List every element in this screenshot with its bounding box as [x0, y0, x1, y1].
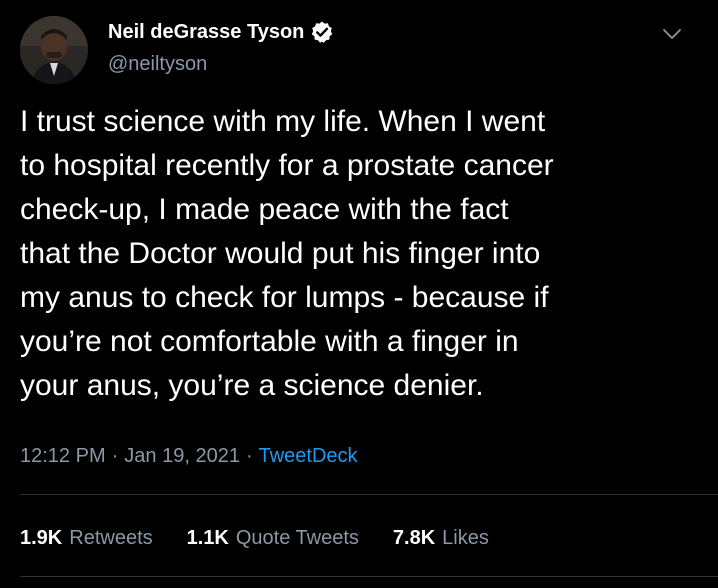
tweet-meta: 12:12 PM · Jan 19, 2021 · TweetDeck — [20, 443, 358, 469]
retweets-count: 1.9K — [20, 527, 63, 549]
retweets-label: Retweets — [69, 527, 153, 549]
tweet-text-line: I trust science with my life. When I wen… — [20, 105, 546, 138]
tweet-source-link[interactable]: TweetDeck — [259, 445, 358, 467]
tweet-text-line: your anus, you’re a science denier. — [20, 369, 484, 402]
author-handle[interactable]: @neiltyson — [108, 51, 207, 77]
retweets-stat[interactable]: 1.9K Retweets — [20, 525, 153, 551]
meta-separator: · — [111, 445, 119, 467]
tweet-text: I trust science with my life. When I wen… — [20, 100, 710, 408]
tweet-date[interactable]: Jan 19, 2021 — [124, 445, 240, 467]
tweet-text-line: to hospital recently for a prostate canc… — [20, 149, 554, 182]
avatar[interactable] — [20, 16, 88, 84]
author-name-row[interactable]: Neil deGrasse Tyson — [108, 19, 334, 45]
meta-separator: · — [245, 445, 253, 467]
tweet-stats: 1.9K Retweets 1.1K Quote Tweets 7.8K Lik… — [20, 525, 523, 551]
author-name[interactable]: Neil deGrasse Tyson — [108, 19, 304, 45]
divider — [20, 494, 718, 495]
likes-count: 7.8K — [392, 527, 436, 549]
verified-badge-icon — [312, 21, 333, 43]
quote-tweets-label: Quote Tweets — [235, 527, 359, 549]
quote-tweets-count: 1.1K — [186, 527, 229, 549]
tweet-text-line: that the Doctor would put his finger int… — [20, 237, 541, 270]
tweet-text-line: check-up, I made peace with the fact — [20, 193, 509, 226]
likes-stat[interactable]: 7.8K Likes — [393, 525, 489, 551]
chevron-down-icon[interactable] — [660, 22, 684, 46]
tweet-time[interactable]: 12:12 PM — [20, 445, 106, 467]
tweet-text-line: you’re not comfortable with a finger in — [20, 325, 519, 358]
tweet-text-line: my anus to check for lumps - because if — [20, 281, 549, 314]
quote-tweets-stat[interactable]: 1.1K Quote Tweets — [187, 525, 359, 551]
divider — [20, 576, 718, 577]
avatar-image — [20, 16, 88, 84]
likes-label: Likes — [442, 527, 489, 549]
